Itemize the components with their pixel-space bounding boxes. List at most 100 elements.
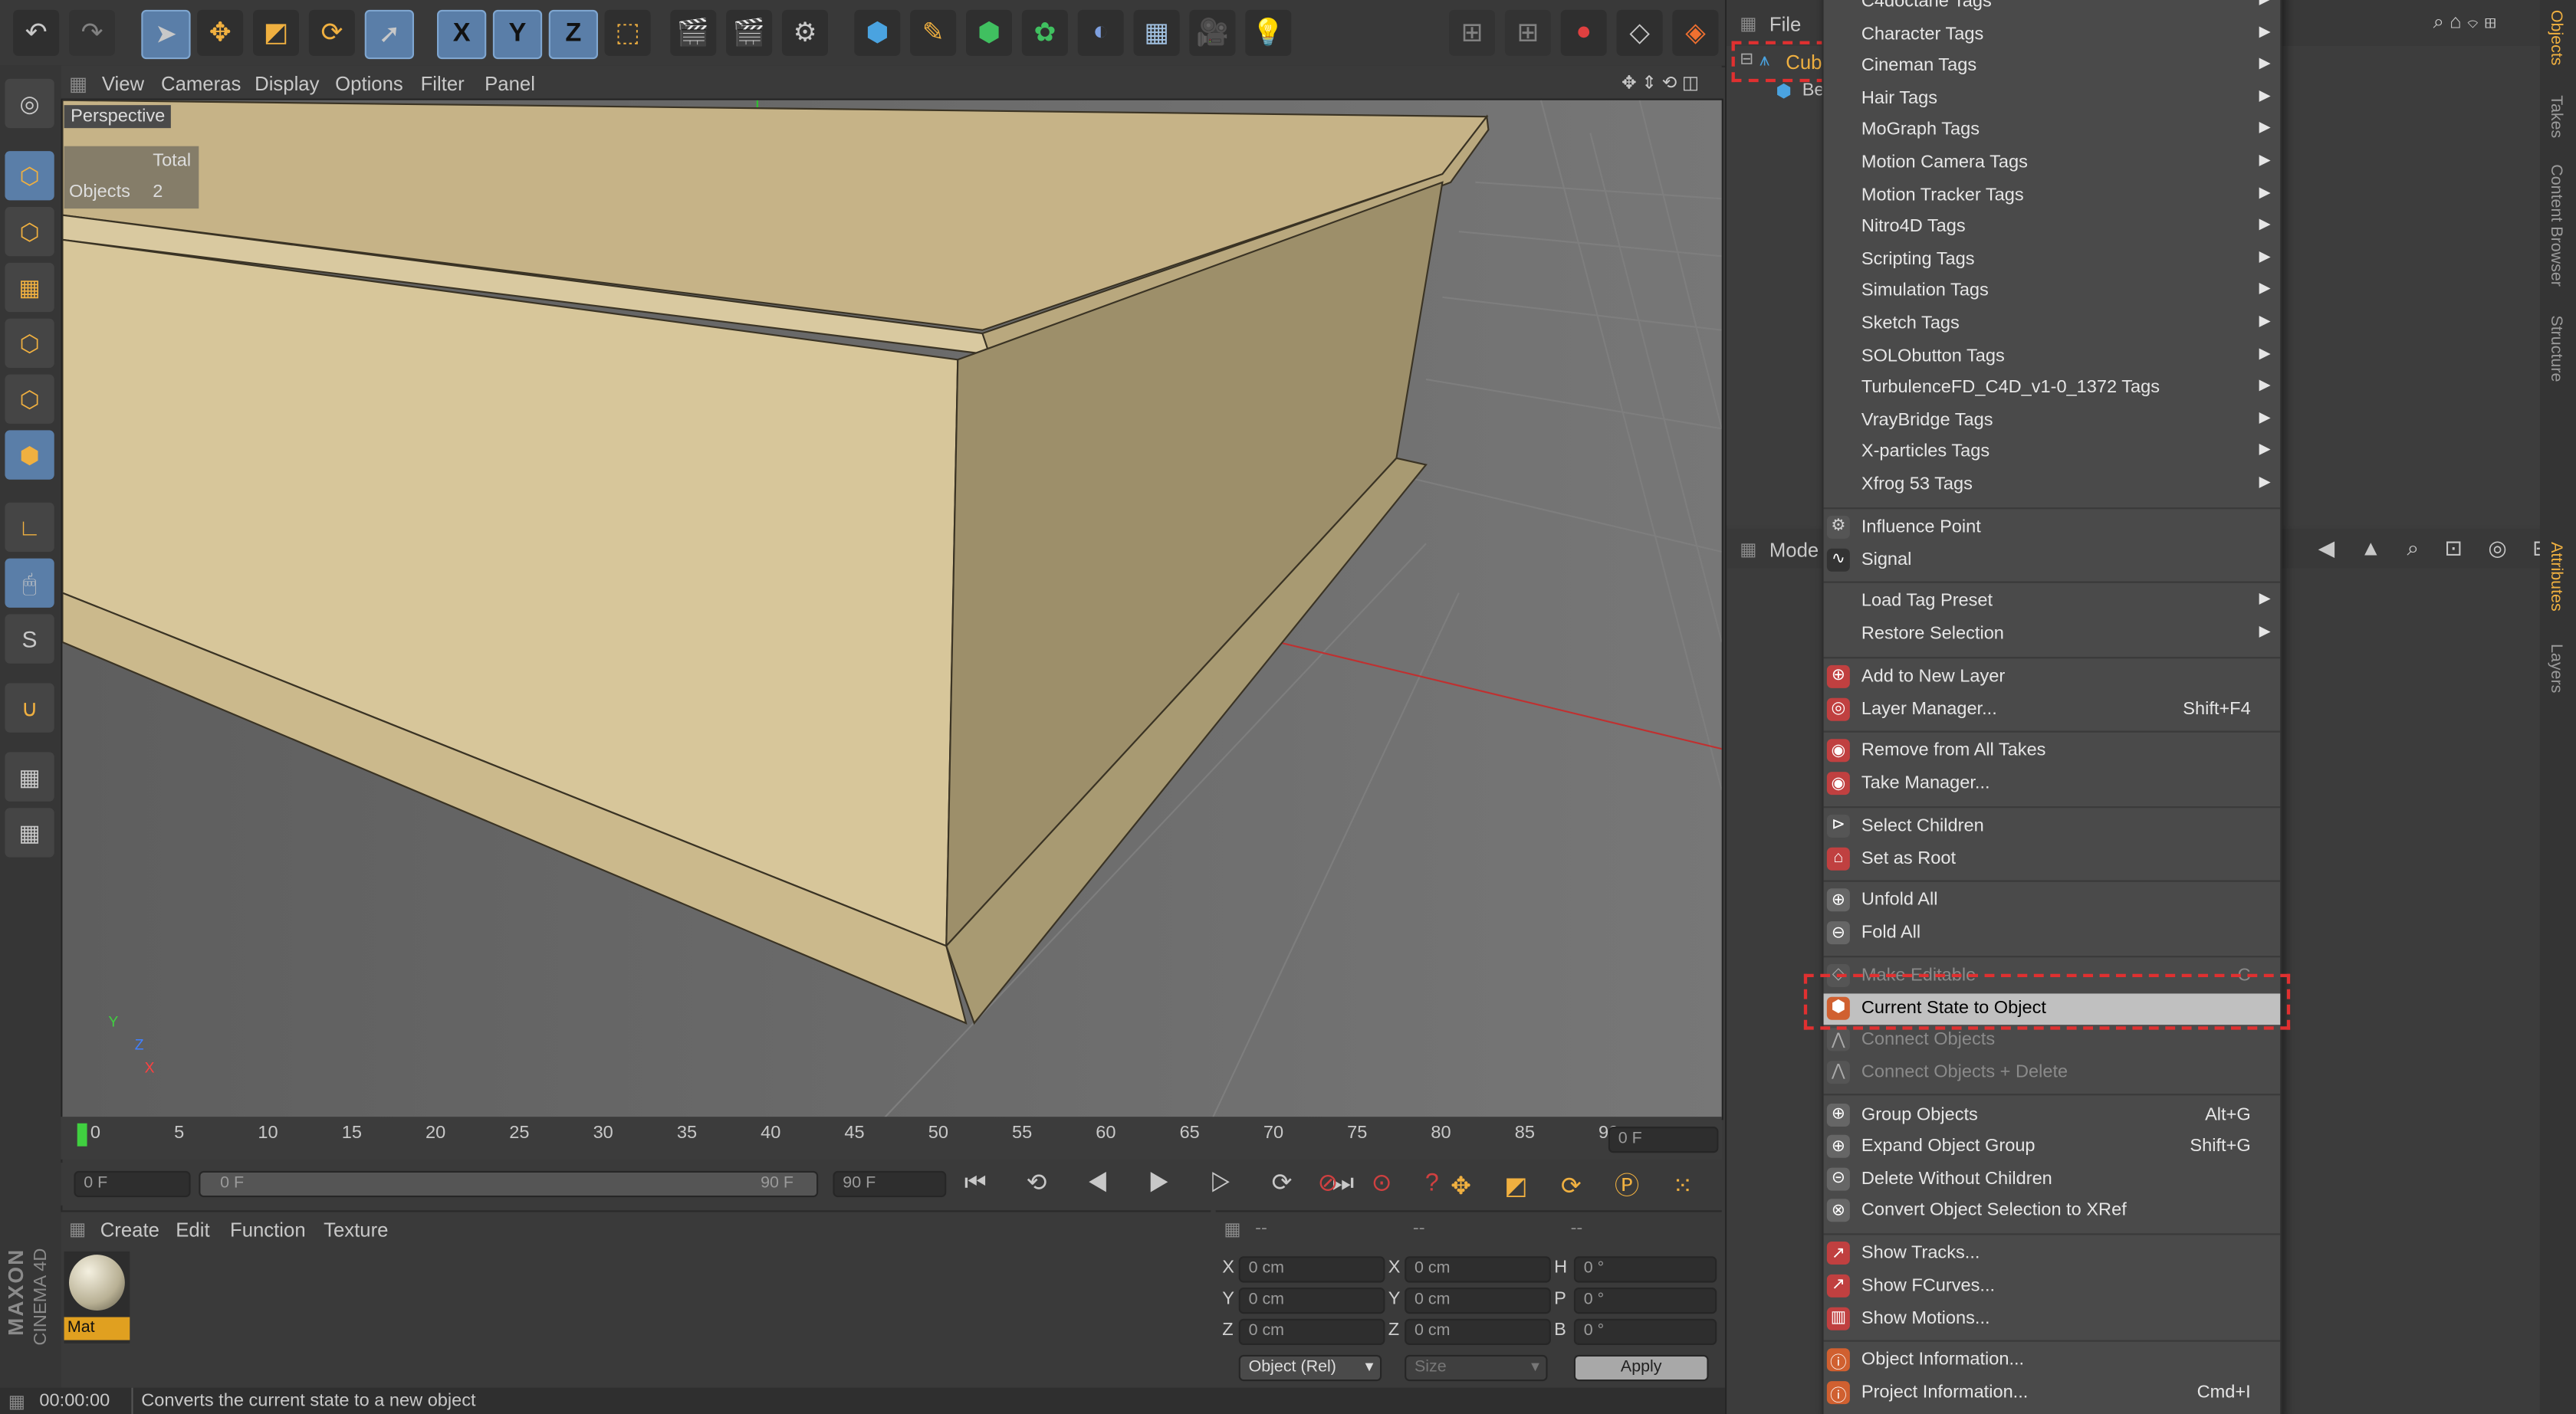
menu-item-make-editable[interactable]: ◇ Make Editable C <box>1824 960 2281 992</box>
pos-x-field[interactable]: 0 cm <box>1238 1256 1385 1283</box>
x-axis-button[interactable]: X <box>437 9 487 60</box>
magnet-icon[interactable]: ∪ <box>5 683 54 733</box>
tab-objects[interactable]: Objects <box>2546 10 2564 66</box>
cloner-icon[interactable]: ✿ <box>1021 9 1068 56</box>
coord-mode-select[interactable]: Object (Rel) ▾ <box>1238 1354 1382 1382</box>
mat-menu-create[interactable]: Create <box>100 1219 159 1242</box>
undo-icon[interactable]: ↶ <box>13 9 60 56</box>
floor-icon[interactable]: ▦ <box>1133 9 1180 56</box>
menu-item-project-information[interactable]: ⓘ Project Information... Cmd+I <box>1824 1378 2281 1409</box>
menu-item-scripting-tags[interactable]: Scripting Tags ▶ <box>1824 244 2281 276</box>
tab-attributes[interactable]: Attributes <box>2546 542 2564 612</box>
rot-h-field[interactable]: 0 ° <box>1573 1256 1717 1283</box>
render-sphere-icon[interactable]: ● <box>1560 9 1607 56</box>
viewport-label[interactable]: Perspective <box>64 105 172 129</box>
menu-cameras[interactable]: Cameras <box>161 72 241 95</box>
size-mode-select[interactable]: Size ▾ <box>1405 1354 1548 1382</box>
scale-icon[interactable]: ◩ <box>253 9 299 56</box>
menu-item-delete-without-children[interactable]: ⊝ Delete Without Children <box>1824 1164 2281 1196</box>
subdivision-icon[interactable]: ⬢ <box>966 9 1012 56</box>
material-swatch[interactable]: Mat <box>64 1251 130 1343</box>
tab-takes[interactable]: Takes <box>2546 95 2564 138</box>
edges-mode-icon[interactable]: ⬡ <box>5 374 54 424</box>
menu-item-xfrog-53-tags[interactable]: Xfrog 53 Tags ▶ <box>1824 470 2281 501</box>
menu-item-hair-tags[interactable]: Hair Tags ▶ <box>1824 84 2281 115</box>
menu-item-c4doctane-tags[interactable]: C4doctane Tags ▶ <box>1824 0 2281 18</box>
mat-menu-function[interactable]: Function <box>230 1219 306 1242</box>
planar-workplane-icon[interactable]: ▦ <box>5 808 54 858</box>
menu-item-add-to-new-layer[interactable]: ⊕ Add to New Layer <box>1824 661 2281 693</box>
menu-item-unfold-all[interactable]: ⊕ Unfold All <box>1824 886 2281 917</box>
snap-icon[interactable]: ⊞ <box>1449 9 1495 56</box>
menu-item-convert-object-selection-to-xref[interactable]: ⊗ Convert Object Selection to XRef <box>1824 1196 2281 1228</box>
start-frame-field[interactable]: 0 F <box>74 1170 191 1198</box>
deformer-icon[interactable]: ◐ <box>1077 9 1124 56</box>
make-editable-icon[interactable]: ◎ <box>5 78 54 129</box>
menu-item-mograph-tags[interactable]: MoGraph Tags ▶ <box>1824 116 2281 147</box>
menu-item-select-children[interactable]: ⊳ Select Children <box>1824 811 2281 842</box>
menu-item-connect-objects[interactable]: ⋀ Connect Objects <box>1824 1025 2281 1056</box>
current-frame-field[interactable]: 0 F <box>1608 1127 1719 1153</box>
render-settings-icon[interactable]: ⚙ <box>781 9 828 56</box>
menu-item-influence-point[interactable]: ⚙ Influence Point <box>1824 512 2281 543</box>
apply-button[interactable]: Apply <box>1573 1354 1709 1382</box>
mat-menu-texture[interactable]: Texture <box>324 1219 388 1242</box>
menu-item-current-state-to-object[interactable]: ⬢ Current State to Object <box>1823 992 2281 1025</box>
menu-item-nitro4d-tags[interactable]: Nitro4D Tags ▶ <box>1824 212 2281 244</box>
menu-item-vraybridge-tags[interactable]: VrayBridge Tags ▶ <box>1824 405 2281 437</box>
texture-mode-icon[interactable]: ⬡ <box>5 207 54 257</box>
z-axis-button[interactable]: Z <box>548 9 598 60</box>
menu-item-take-manager[interactable]: ◉ Take Manager... <box>1824 769 2281 800</box>
rotate-icon[interactable]: ⟳ <box>308 9 355 56</box>
workplane-icon[interactable]: ⊞ <box>1504 9 1551 56</box>
end-frame-field[interactable]: 90 F <box>833 1170 947 1198</box>
objects-toolbar-icons[interactable]: ⌕ ⌂ ⌔ ⊞ <box>2433 10 2497 34</box>
pos-z-field[interactable]: 0 cm <box>1238 1318 1385 1345</box>
menu-filter[interactable]: Filter <box>421 72 465 95</box>
menu-item-character-tags[interactable]: Character Tags ▶ <box>1824 19 2281 51</box>
tab-content-browser[interactable]: Content Browser <box>2546 164 2564 287</box>
menu-item-motion-tracker-tags[interactable]: Motion Tracker Tags ▶ <box>1824 180 2281 212</box>
menu-item-solobutton-tags[interactable]: SOLObutton Tags ▶ <box>1824 341 2281 372</box>
menu-item-load-tag-preset[interactable]: Load Tag Preset ▶ <box>1824 587 2281 618</box>
menu-item-group-objects[interactable]: ⊕ Group Objects Alt+G <box>1824 1100 2281 1131</box>
camera-icon[interactable]: 🎥 <box>1189 9 1236 56</box>
pen-spline-icon[interactable]: ✎ <box>910 9 957 56</box>
menu-item-motion-camera-tags[interactable]: Motion Camera Tags ▶ <box>1824 148 2281 179</box>
menu-item-signal[interactable]: ∿ Signal <box>1824 544 2281 576</box>
rot-b-field[interactable]: 0 ° <box>1573 1318 1717 1345</box>
menu-item-expand-object-group[interactable]: ⊕ Expand Object Group Shift+G <box>1824 1132 2281 1163</box>
model-mode-icon[interactable]: ⬡ <box>5 151 54 201</box>
menu-item-remove-from-all-takes[interactable]: ◉ Remove from All Takes <box>1824 737 2281 768</box>
menu-panel[interactable]: Panel <box>485 72 535 95</box>
attributes-toolbar-icons[interactable]: ◀ ▲ ⌕ ⊡ ◎ ⊞ <box>2318 536 2561 562</box>
polygons-mode-icon[interactable]: ⬢ <box>5 430 54 480</box>
menu-item-show-motions[interactable]: ▥ Show Motions... <box>1824 1303 2281 1334</box>
size-z-field[interactable]: 0 cm <box>1405 1318 1551 1345</box>
menu-item-layer-manager[interactable]: ◎ Layer Manager... Shift+F4 <box>1824 694 2281 725</box>
mat-menu-edit[interactable]: Edit <box>176 1219 209 1242</box>
cube-primitive-icon[interactable]: ⬢ <box>854 9 901 56</box>
tweak-mode-icon[interactable]: 🖱 <box>5 558 54 608</box>
redo-icon[interactable]: ↷ <box>69 9 115 56</box>
light-icon[interactable]: 💡 <box>1245 9 1292 56</box>
menu-item-set-as-root[interactable]: ⌂ Set as Root <box>1824 843 2281 874</box>
size-y-field[interactable]: 0 cm <box>1405 1288 1551 1314</box>
menu-item-fold-all[interactable]: ⊖ Fold All <box>1824 918 2281 950</box>
timeline-playhead[interactable] <box>77 1123 87 1147</box>
lock-workplane-icon[interactable]: ▦ <box>5 752 54 802</box>
menu-view[interactable]: View <box>102 72 144 95</box>
timeline-ruler[interactable]: 051015202530354045505560657075808590 0 F <box>61 1117 1722 1160</box>
pos-y-field[interactable]: 0 cm <box>1238 1288 1385 1314</box>
move-icon[interactable]: ✥ <box>197 9 244 56</box>
tab-layers[interactable]: Layers <box>2546 644 2564 693</box>
keyframe-controls[interactable]: ⊘ ⊙ ? <box>1318 1168 1452 1197</box>
menu-item-object-information[interactable]: ⓘ Object Information... <box>1824 1346 2281 1377</box>
menu-display[interactable]: Display <box>255 72 319 95</box>
frame-range-slider[interactable]: 0 F 90 F <box>199 1170 819 1198</box>
render-picture-viewer-icon[interactable]: 🎬 <box>726 9 773 56</box>
menu-item-show-fcurves[interactable]: ↗ Show FCurves... <box>1824 1271 2281 1302</box>
menu-item-sketch-tags[interactable]: Sketch Tags ▶ <box>1824 309 2281 340</box>
attributes-menu-mode[interactable]: Mode <box>1769 539 1819 562</box>
menu-item-connect-objects-delete[interactable]: ⋀ Connect Objects + Delete <box>1824 1057 2281 1088</box>
